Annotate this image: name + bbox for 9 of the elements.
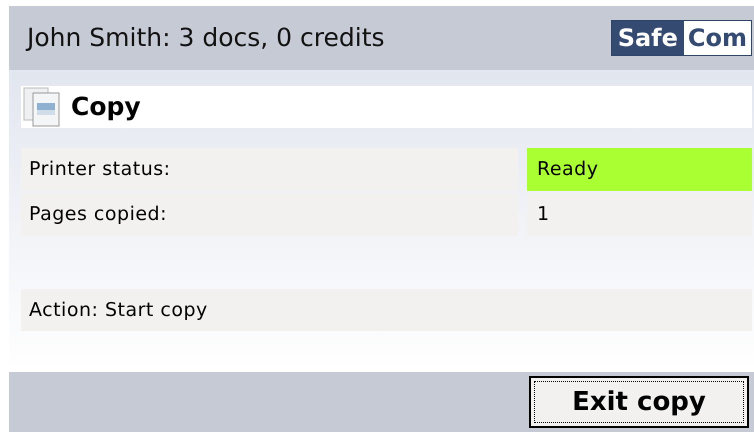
user-info: John Smith: 3 docs, 0 credits [27, 22, 385, 54]
row-value: Ready [527, 148, 752, 191]
exit-button[interactable]: Exit copy [529, 376, 749, 428]
logo: Safe Com [610, 20, 752, 56]
action-text: Action: Start copy [21, 289, 752, 331]
row-label: Pages copied: [21, 193, 518, 236]
row-value: 1 [527, 193, 752, 236]
page-title: Copy [71, 91, 141, 124]
row-label: Printer status: [21, 148, 518, 191]
